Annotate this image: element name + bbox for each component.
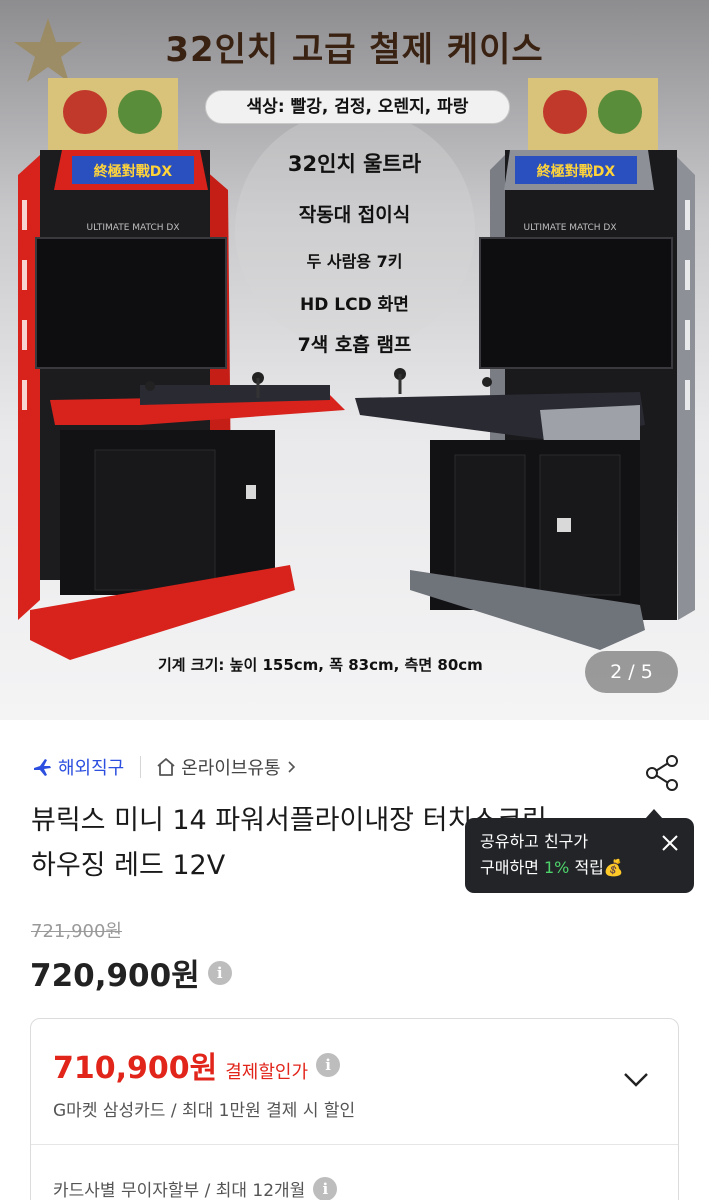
share-reward-tooltip: 공유하고 친구가 구매하면 1% 적립💰 [465, 809, 694, 893]
tooltip-line-2-prefix: 구매하면 [480, 858, 544, 877]
chevron-down-icon[interactable] [621, 1067, 651, 1091]
reward-percent: 1% [543, 858, 570, 877]
original-price: 721,900원 [31, 921, 122, 942]
home-icon [157, 758, 175, 776]
feature-text: 32인치 울트라 [287, 152, 422, 176]
sale-price: 720,900원 [30, 958, 200, 994]
store-link[interactable]: 온라이브유통 [155, 754, 302, 780]
tooltip-line-2-suffix: 적립💰 [569, 858, 624, 877]
card-discount-price: 710,900원 [53, 1051, 218, 1086]
feature-text: 작동대 접이식 [298, 204, 411, 226]
card-discount-box[interactable]: 710,900원 결제할인가 i G마켓 삼성카드 / 최대 1만원 결제 시 … [30, 1018, 679, 1200]
feature-text: HD LCD 화면 [300, 295, 409, 315]
info-icon[interactable]: i [207, 960, 232, 985]
product-image-carousel[interactable]: 終極對戰DX 終極對戰DX ULTIMATE MATCH DX ULTIMATE… [0, 0, 709, 720]
feature-text: 7색 호흡 램프 [297, 334, 412, 356]
info-icon[interactable]: i [316, 1053, 341, 1077]
feature-text: 두 사람용 7키 [306, 252, 403, 271]
tooltip-line-2: 구매하면 1% 적립💰 [480, 855, 694, 881]
svg-text:終極對戰DX: 終極對戰DX [537, 163, 616, 180]
installment-row: 카드사별 무이자할부 / 최대 12개월 i [53, 1176, 338, 1200]
divider [140, 756, 142, 778]
seller-tag-row: 해외직구 온라이브유통 [32, 752, 303, 782]
chevron-right-icon [288, 761, 295, 773]
cabinet-brand-right: ULTIMATE MATCH DX [524, 223, 617, 233]
image-pager: 2 / 5 [585, 651, 678, 693]
banner-title: 32인치 고급 철제 케이스 [165, 30, 544, 70]
info-icon[interactable]: i [313, 1176, 338, 1200]
overseas-direct-label: 해외직구 [58, 758, 125, 779]
store-name: 온라이브유통 [181, 758, 281, 779]
card-discount-label: 결제할인가 [225, 1062, 309, 1083]
share-button[interactable] [642, 754, 684, 792]
card-discount-description: G마켓 삼성카드 / 최대 1만원 결제 시 할인 [53, 1101, 356, 1121]
divider [31, 1144, 678, 1145]
color-options-pill: 색상: 빨강, 검정, 오렌지, 파랑 [205, 90, 510, 124]
installment-text: 카드사별 무이자할부 / 최대 12개월 [53, 1181, 306, 1200]
svg-text:終極對戰DX: 終極對戰DX [94, 163, 173, 180]
airplane-icon [34, 759, 51, 776]
sale-price-row: 720,900원 i [30, 950, 232, 995]
size-note: 기계 크기: 높이 155cm, 폭 83cm, 측면 80cm [158, 656, 483, 674]
cabinet-brand-left: ULTIMATE MATCH DX [87, 223, 180, 233]
card-discount-row: 710,900원 결제할인가 i [53, 1043, 341, 1087]
share-icon [646, 755, 678, 791]
close-icon[interactable] [659, 832, 681, 854]
overseas-direct-tag[interactable]: 해외직구 [32, 754, 124, 780]
